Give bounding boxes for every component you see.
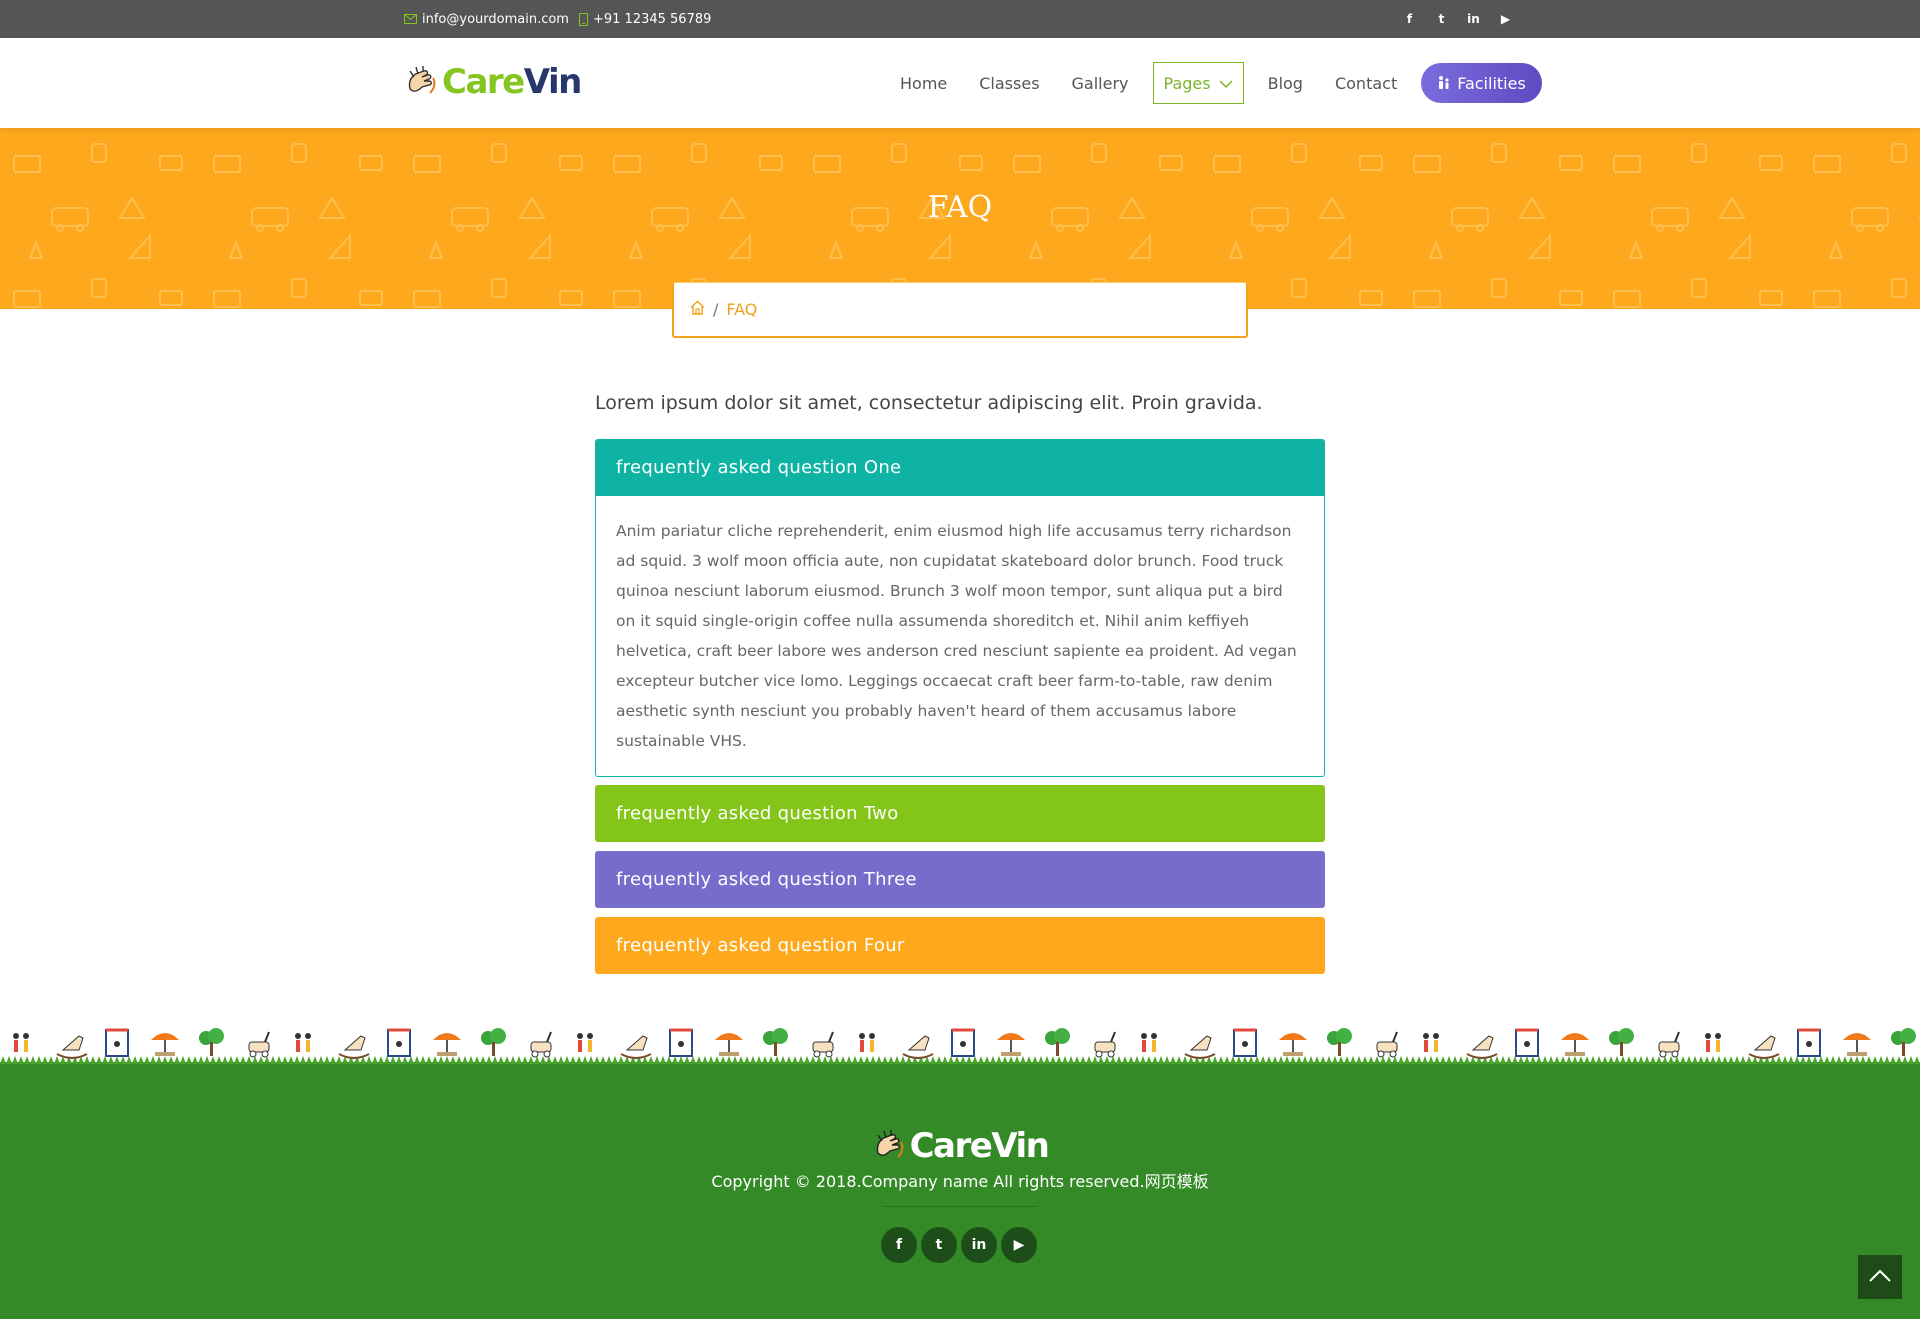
breadcrumb-separator: / [713, 300, 719, 319]
faq-question-two[interactable]: frequently asked question Two [595, 785, 1325, 842]
site-footer: CareVin Copyright © 2018.Company name Al… [0, 1068, 1920, 1319]
faq-question-three[interactable]: frequently asked question Three [595, 851, 1325, 908]
top-social-links: f t in ▶ [1401, 0, 1514, 38]
breadcrumb: / FAQ [672, 282, 1248, 338]
footer-divider [882, 1206, 1038, 1207]
facebook-icon[interactable]: f [1401, 12, 1418, 26]
footer-social-links: f t in ▶ [881, 1227, 1037, 1263]
main-nav: Home Classes Gallery Pages Blog Contact … [884, 62, 1542, 104]
facebook-icon[interactable]: f [881, 1227, 917, 1263]
contact-info: info@yourdomain.com +91 12345 56789 [404, 0, 711, 38]
faq-answer-one: Anim pariatur cliche reprehenderit, enim… [595, 496, 1325, 777]
phone-text: +91 12345 56789 [592, 11, 712, 27]
copyright-text: Copyright © 2018.Company name All rights… [711, 1172, 1209, 1191]
nav-pages-dropdown[interactable]: Pages [1152, 62, 1244, 104]
faq-question-four[interactable]: frequently asked question Four [595, 917, 1325, 974]
nav-blog[interactable]: Blog [1252, 62, 1319, 104]
twitter-icon[interactable]: t [921, 1227, 957, 1263]
logo-part-care: Care [442, 62, 525, 102]
top-bar: info@yourdomain.com +91 12345 56789 f t … [0, 0, 1920, 38]
logo-hands-icon [872, 1127, 906, 1165]
playground-strip [0, 1018, 1920, 1070]
faq-item: frequently asked question Three [595, 851, 1325, 908]
breadcrumb-current: FAQ [726, 300, 758, 319]
faq-item: frequently asked question Four [595, 917, 1325, 974]
nav-gallery[interactable]: Gallery [1056, 62, 1145, 104]
nav-home[interactable]: Home [884, 62, 963, 104]
logo-wordmark: CareVin [442, 62, 583, 102]
footer-logo-wordmark: CareVin [909, 1126, 1050, 1166]
faq-item: frequently asked question Two [595, 785, 1325, 842]
back-to-top-button[interactable] [1858, 1255, 1902, 1299]
nav-classes[interactable]: Classes [963, 62, 1055, 104]
facilities-button[interactable]: Facilities [1421, 63, 1542, 103]
nav-pages-label: Pages [1163, 73, 1211, 93]
twitter-icon[interactable]: t [1433, 12, 1450, 26]
home-icon[interactable] [690, 300, 705, 319]
phone-contact[interactable]: +91 12345 56789 [578, 11, 712, 27]
site-logo[interactable]: CareVin [404, 62, 583, 102]
email-contact[interactable]: info@yourdomain.com [404, 12, 569, 27]
youtube-icon[interactable]: ▶ [1497, 12, 1514, 26]
site-header: CareVin Home Classes Gallery Pages Blog … [0, 38, 1920, 128]
footer-logo[interactable]: CareVin [0, 1126, 1920, 1166]
email-text: info@yourdomain.com [422, 11, 569, 27]
youtube-icon[interactable]: ▶ [1001, 1227, 1037, 1263]
logo-part-vin: Vin [523, 62, 583, 102]
chevron-down-icon [1219, 74, 1233, 93]
mobile-icon [578, 12, 588, 26]
logo-hands-icon [404, 63, 438, 101]
faq-question-one[interactable]: frequently asked question One [595, 439, 1325, 496]
intro-text: Lorem ipsum dolor sit amet, consectetur … [595, 392, 1263, 414]
facilities-label: Facilities [1457, 73, 1526, 93]
mail-icon [404, 14, 417, 24]
playground-illustration-icon [0, 1028, 1920, 1070]
linkedin-icon[interactable]: in [1465, 12, 1482, 26]
faq-item: frequently asked question One Anim paria… [595, 439, 1325, 777]
nav-contact[interactable]: Contact [1319, 62, 1413, 104]
chevron-up-icon [1868, 1268, 1892, 1287]
people-icon [1437, 74, 1451, 93]
page-title: FAQ [927, 190, 993, 225]
linkedin-icon[interactable]: in [961, 1227, 997, 1263]
